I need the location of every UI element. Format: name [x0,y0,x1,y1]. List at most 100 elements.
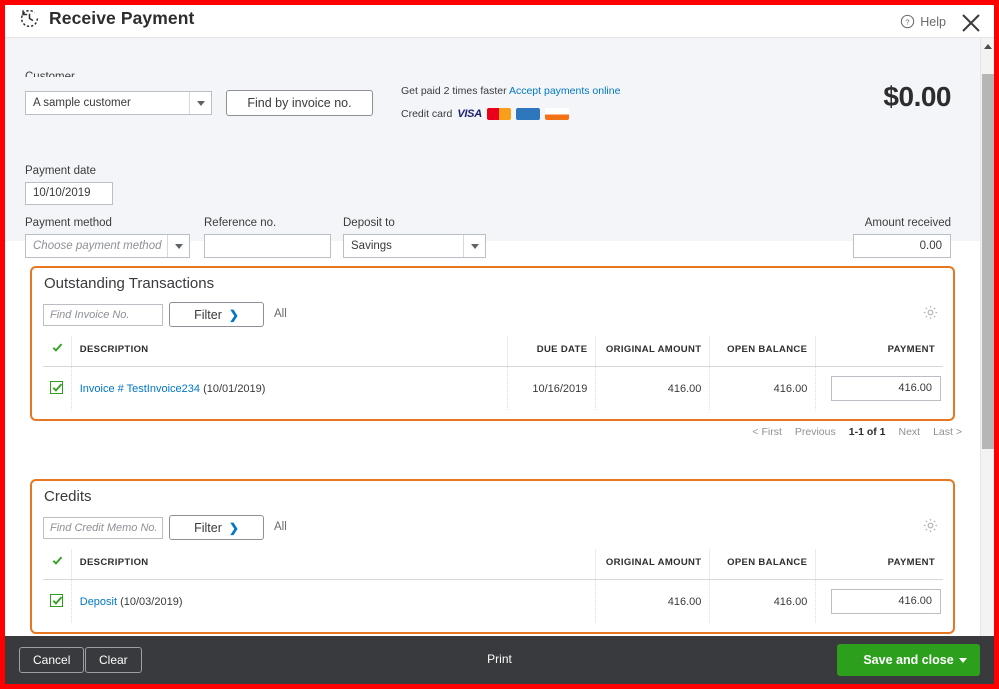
col-description: DESCRIPTION [71,549,596,580]
credits-table: DESCRIPTION ORIGINAL AMOUNT OPEN BALANCE… [43,549,943,623]
invoice-link[interactable]: Invoice # TestInvoice234 [80,383,200,395]
payment-input[interactable]: 416.00 [831,589,941,614]
history-clock-icon[interactable] [19,8,40,29]
row-description: Invoice # TestInvoice234 (10/01/2019) [71,367,507,411]
row-select-cell[interactable] [43,580,71,624]
row-checkbox[interactable] [50,381,63,394]
outstanding-title: Outstanding Transactions [44,275,214,292]
col-original-amount: ORIGINAL AMOUNT [596,336,710,367]
scroll-up-arrow[interactable] [981,38,994,54]
gear-icon[interactable] [922,517,939,534]
amount-received-input[interactable]: 0.00 [853,234,951,258]
question-circle-icon: ? [900,14,915,29]
deposit-to-select[interactable]: Savings [343,234,486,258]
payment-method-select[interactable]: Choose payment method [25,234,190,258]
payment-method-label: Payment method [25,217,112,229]
row-open-balance: 416.00 [710,580,816,624]
table-row[interactable]: Deposit (10/03/2019) 416.00 416.00 416.0… [43,580,943,624]
pager-current: 1-1 of 1 [849,426,886,438]
payment-method-placeholder: Choose payment method [26,240,167,252]
discover-icon [545,108,569,120]
visa-icon: VISA [457,108,481,120]
gear-icon[interactable] [922,304,939,321]
credits-card: Credits Find Credit Memo No. Filter ❯ Al… [30,479,955,634]
pager-first[interactable]: < First [752,426,781,438]
row-payment-cell[interactable]: 416.00 [816,367,943,411]
col-open-balance: OPEN BALANCE [710,336,816,367]
deposit-date: (10/03/2019) [117,596,182,608]
find-by-invoice-button[interactable]: Find by invoice no. [226,90,373,116]
outstanding-pagination: < First Previous 1-1 of 1 Next Last > [752,426,962,438]
title-group: Receive Payment [19,8,194,29]
table-header-row: DESCRIPTION ORIGINAL AMOUNT OPEN BALANCE… [43,549,943,580]
chevron-down-icon [167,235,189,257]
deposit-to-value: Savings [344,240,463,252]
screenshot-red-frame: Receive Payment ? Help Customer A sample… [0,0,999,689]
pager-last[interactable]: Last > [933,426,962,438]
deposit-to-label: Deposit to [343,217,395,229]
customer-value: A sample customer [26,97,189,109]
outstanding-transactions-card: Outstanding Transactions Find Invoice No… [30,266,955,421]
table-row[interactable]: Invoice # TestInvoice234 (10/01/2019) 10… [43,367,943,411]
pager-previous[interactable]: Previous [795,426,836,438]
total-amount: $0.00 [883,81,951,113]
credits-all-label: All [274,521,287,533]
save-label: Save and close [863,653,953,667]
find-credit-memo-input[interactable]: Find Credit Memo No. [43,517,163,539]
outstanding-all-label: All [274,308,287,320]
promo-text: Get paid 2 times faster Accept payments … [401,85,620,97]
row-checkbox[interactable] [50,594,63,607]
help-label: Help [920,15,946,29]
row-payment-cell[interactable]: 416.00 [816,580,943,624]
col-due-date: DUE DATE [507,336,596,367]
credit-card-row: Credit card VISA [401,108,569,120]
filter-label: Filter [194,521,222,535]
row-select-cell[interactable] [43,367,71,411]
row-original-amount: 416.00 [596,367,710,411]
customer-select[interactable]: A sample customer [25,91,212,115]
deposit-link[interactable]: Deposit [80,596,117,608]
col-open-balance: OPEN BALANCE [710,549,816,580]
select-all-checkbox[interactable] [50,554,63,567]
accept-payments-online-link[interactable]: Accept payments online [509,85,620,97]
row-due-date: 10/16/2019 [507,367,596,411]
scrollbar-thumb[interactable] [982,74,994,449]
col-payment: PAYMENT [816,336,943,367]
close-x-icon[interactable] [958,10,984,36]
select-all-header[interactable] [43,336,71,367]
table-header-row: DESCRIPTION DUE DATE ORIGINAL AMOUNT OPE… [43,336,943,367]
reference-no-label: Reference no. [204,217,276,229]
payment-date-label: Payment date [25,165,96,177]
mastercard-icon [487,108,511,120]
filter-label: Filter [194,308,222,322]
payment-input[interactable]: 416.00 [831,376,941,401]
promo-label: Get paid 2 times faster [401,85,509,97]
col-original-amount: ORIGINAL AMOUNT [596,549,710,580]
payment-date-input[interactable]: 10/10/2019 [25,182,113,205]
page-title: Receive Payment [49,8,194,29]
chevron-down-icon [189,92,211,114]
svg-text:?: ? [906,18,910,27]
receive-payment-modal: Receive Payment ? Help Customer A sample… [5,5,994,684]
row-original-amount: 416.00 [596,580,710,624]
save-and-close-button[interactable]: Save and close [837,644,980,676]
customer-label: Customer [25,71,75,77]
outstanding-filter-button[interactable]: Filter ❯ [169,302,264,327]
vertical-scrollbar[interactable] [980,38,994,646]
invoice-date: (10/01/2019) [200,383,265,395]
amount-received-label: Amount received [865,217,951,229]
col-payment: PAYMENT [816,549,943,580]
select-all-checkbox[interactable] [50,341,63,354]
amex-icon [516,108,540,120]
pager-next[interactable]: Next [899,426,921,438]
chevron-down-icon[interactable] [959,658,967,663]
reference-no-input[interactable] [204,234,331,258]
credits-filter-button[interactable]: Filter ❯ [169,515,264,540]
help-button[interactable]: ? Help [900,14,946,29]
chevron-down-icon [463,235,485,257]
find-invoice-input[interactable]: Find Invoice No. [43,304,163,326]
payment-header-panel: Customer A sample customer Find by invoi… [5,38,980,241]
modal-footer-toolbar: Cancel Clear Print Save and close [5,636,994,684]
col-description: DESCRIPTION [71,336,507,367]
select-all-header[interactable] [43,549,71,580]
